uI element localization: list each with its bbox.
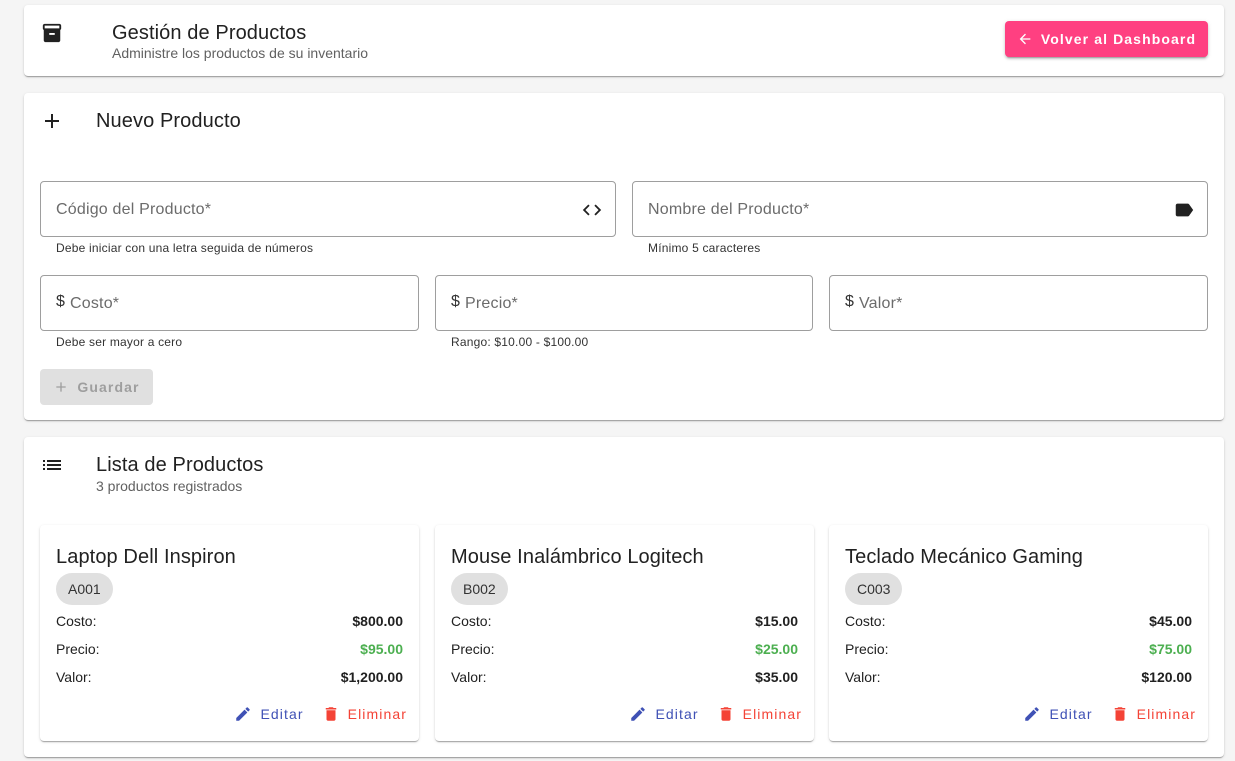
code-icon bbox=[582, 204, 602, 216]
price-row: Precio: $25.00 bbox=[451, 641, 798, 661]
value-placeholder: Valor* bbox=[859, 295, 903, 312]
delete-icon bbox=[325, 707, 336, 721]
page-header: Gestión de Productos Administre los prod… bbox=[24, 5, 1224, 76]
value-label: Valor: bbox=[56, 669, 92, 685]
cost-hint: Debe ser mayor a cero bbox=[56, 335, 183, 349]
cost-value: $15.00 bbox=[755, 613, 798, 629]
page-subtitle: Administre los productos de su inventari… bbox=[112, 45, 369, 61]
price-value: $95.00 bbox=[360, 641, 403, 657]
value-row: Valor: $35.00 bbox=[451, 669, 798, 689]
delete-icon bbox=[720, 707, 731, 721]
value-row: Valor: $1,200.00 bbox=[56, 669, 403, 689]
product-code-chip: B002 bbox=[451, 573, 508, 605]
edit-icon bbox=[1025, 707, 1040, 721]
product-code-hint: Debe iniciar con una letra seguida de nú… bbox=[56, 241, 314, 255]
delete-button[interactable]: Eliminar bbox=[322, 705, 407, 723]
product-list-card: Lista de Productos 3 productos registrad… bbox=[24, 437, 1224, 757]
value-label: Valor: bbox=[845, 669, 881, 685]
product-code-field[interactable]: Código del Producto* bbox=[40, 181, 616, 237]
delete-label: Eliminar bbox=[1136, 706, 1196, 722]
price-field[interactable]: $ Precio* bbox=[435, 275, 813, 331]
product-card: Laptop Dell Inspiron A001 Costo: $800.00 … bbox=[40, 525, 419, 741]
back-to-dashboard-button[interactable]: Volver al Dashboard bbox=[1005, 21, 1208, 57]
label-icon bbox=[1175, 203, 1194, 217]
product-code-placeholder: Código del Producto* bbox=[56, 201, 212, 218]
arrow-back-icon bbox=[1019, 33, 1031, 45]
add-icon bbox=[56, 382, 67, 392]
value-label: Valor: bbox=[451, 669, 487, 685]
product-name-hint: Mínimo 5 caracteres bbox=[648, 241, 761, 255]
cost-label: Costo: bbox=[56, 613, 97, 629]
delete-button[interactable]: Eliminar bbox=[717, 705, 802, 723]
cost-row: Costo: $15.00 bbox=[451, 613, 798, 633]
value-prefix: $ bbox=[845, 293, 854, 310]
add-icon bbox=[45, 114, 59, 128]
value-row: Valor: $120.00 bbox=[845, 669, 1192, 689]
edit-icon bbox=[236, 707, 251, 721]
back-button-label: Volver al Dashboard bbox=[1040, 31, 1197, 47]
price-placeholder: Precio* bbox=[465, 295, 518, 312]
product-name: Laptop Dell Inspiron bbox=[56, 546, 236, 568]
product-card: Mouse Inalámbrico Logitech B002 Costo: $1… bbox=[435, 525, 814, 741]
price-prefix: $ bbox=[451, 293, 460, 310]
save-button[interactable]: Guardar bbox=[40, 369, 153, 405]
cost-field[interactable]: $ Costo* bbox=[40, 275, 419, 331]
price-value: $75.00 bbox=[1149, 641, 1192, 657]
edit-icon bbox=[631, 707, 646, 721]
price-label: Precio: bbox=[451, 641, 495, 657]
product-name: Teclado Mecánico Gaming bbox=[845, 546, 1083, 568]
product-name-placeholder: Nombre del Producto* bbox=[648, 201, 810, 218]
new-product-title: Nuevo Producto bbox=[96, 110, 241, 132]
product-name-field[interactable]: Nombre del Producto* bbox=[632, 181, 1208, 237]
cost-label: Costo: bbox=[845, 613, 886, 629]
delete-label: Eliminar bbox=[347, 706, 407, 722]
price-label: Precio: bbox=[56, 641, 100, 657]
value-value: $1,200.00 bbox=[340, 669, 403, 685]
new-product-card: Nuevo Producto Código del Producto* Debe… bbox=[24, 93, 1224, 420]
cost-prefix: $ bbox=[56, 293, 65, 310]
edit-label: Editar bbox=[1049, 706, 1093, 722]
edit-label: Editar bbox=[655, 706, 699, 722]
price-label: Precio: bbox=[845, 641, 889, 657]
cost-row: Costo: $800.00 bbox=[56, 613, 403, 633]
edit-button[interactable]: Editar bbox=[1023, 705, 1092, 723]
save-button-label: Guardar bbox=[77, 379, 140, 395]
delete-icon bbox=[1114, 707, 1125, 721]
product-code-chip: C003 bbox=[845, 573, 903, 605]
price-row: Precio: $75.00 bbox=[845, 641, 1192, 661]
delete-label: Eliminar bbox=[742, 706, 802, 722]
price-row: Precio: $95.00 bbox=[56, 641, 403, 661]
cost-placeholder: Costo* bbox=[70, 295, 120, 312]
cost-value: $800.00 bbox=[352, 613, 403, 629]
product-code-chip: A001 bbox=[56, 573, 113, 605]
price-value: $25.00 bbox=[755, 641, 798, 657]
page-title: Gestión de Productos bbox=[112, 22, 307, 44]
delete-button[interactable]: Eliminar bbox=[1111, 705, 1196, 723]
product-list-title: Lista de Productos bbox=[96, 454, 264, 476]
value-value: $120.00 bbox=[1141, 669, 1192, 685]
product-card: Teclado Mecánico Gaming C003 Costo: $45.0… bbox=[829, 525, 1208, 741]
cost-label: Costo: bbox=[451, 613, 492, 629]
list-icon bbox=[43, 460, 61, 470]
price-hint: Rango: $10.00 - $100.00 bbox=[451, 335, 589, 349]
product-name: Mouse Inalámbrico Logitech bbox=[451, 546, 704, 568]
product-count: 3 productos registrados bbox=[96, 478, 243, 494]
value-field[interactable]: $ Valor* bbox=[829, 275, 1208, 331]
archive-icon bbox=[42, 23, 62, 43]
cost-row: Costo: $45.00 bbox=[845, 613, 1192, 633]
edit-label: Editar bbox=[260, 706, 304, 722]
value-value: $35.00 bbox=[755, 669, 798, 685]
cost-value: $45.00 bbox=[1149, 613, 1192, 629]
edit-button[interactable]: Editar bbox=[629, 705, 698, 723]
edit-button[interactable]: Editar bbox=[234, 705, 303, 723]
